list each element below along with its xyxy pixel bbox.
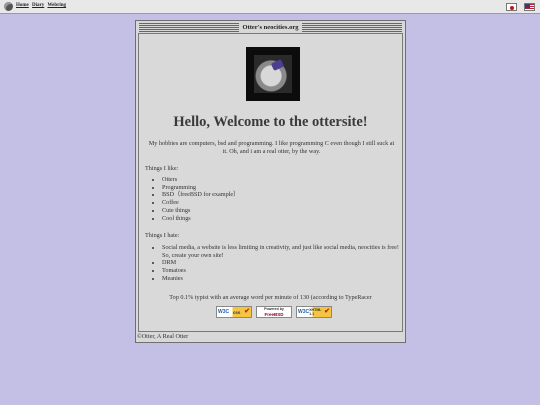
page-heading: Hello, Welcome to the ottersite!	[173, 114, 368, 130]
freebsd-badge[interactable]: Powered by FreeBSD	[256, 306, 292, 318]
list-item: Otters	[162, 176, 402, 184]
badge-css-text: css	[232, 309, 241, 315]
intro-text: My hobbies are computers, bsd and progra…	[148, 140, 395, 155]
top-nav: Home Diary Webring	[16, 3, 68, 8]
main-window: Otter's neocities.org Hello, Welcome to …	[135, 20, 406, 343]
badge-w3c-text: W3C	[218, 309, 230, 315]
list-item: Social media, a website is less limiting…	[162, 244, 402, 259]
hates-list: Social media, a website is less limiting…	[145, 244, 402, 283]
avatar-photo	[254, 55, 292, 93]
badge-w3c-text: W3C	[298, 309, 310, 315]
nav-link-home[interactable]: Home	[16, 3, 29, 8]
likes-list: Otters Programming BSD（freeBSD for examp…	[145, 176, 402, 222]
list-item: Meanies	[162, 275, 402, 283]
japanese-flag-icon[interactable]	[506, 3, 517, 11]
top-bar: Home Diary Webring	[0, 0, 540, 14]
checkmark-icon: ✔	[244, 308, 250, 315]
nav-link-diary[interactable]: Diary	[32, 3, 44, 8]
likes-label: Things I like:	[145, 165, 179, 172]
english-flag-icon[interactable]	[524, 3, 535, 11]
list-item: DRM	[162, 259, 402, 267]
list-item: Cute things	[162, 207, 402, 215]
window-title: Otter's neocities.org	[238, 23, 303, 32]
badge-freebsd-text: FreeBSD	[264, 312, 284, 317]
list-item: Programming	[162, 184, 402, 192]
list-item: Cool things	[162, 215, 402, 223]
list-item: Coffee	[162, 199, 402, 207]
nav-link-webring[interactable]: Webring	[47, 3, 66, 8]
w3c-css-badge[interactable]: W3C css ✔	[216, 306, 252, 318]
badge-row: W3C css ✔ Powered by FreeBSD W3C XHTML 1…	[216, 306, 332, 319]
badge-xhtml-text: XHTML 1.1	[309, 308, 322, 316]
typist-text: Top 0.1% typist with an average word per…	[169, 294, 372, 301]
list-item: BSD（freeBSD for example）	[162, 191, 402, 199]
w3c-xhtml-badge[interactable]: W3C XHTML 1.1 ✔	[296, 306, 332, 318]
otter-avatar-image	[246, 47, 300, 101]
window-titlebar: Otter's neocities.org	[139, 23, 402, 32]
hates-label: Things I hate:	[145, 232, 180, 239]
footer-text: ©Otter, A Real Otter	[137, 333, 189, 340]
site-logo-icon[interactable]	[4, 2, 13, 11]
list-item: Tomatoes	[162, 267, 402, 275]
window-content: Hello, Welcome to the ottersite! My hobb…	[138, 33, 403, 332]
checkmark-icon: ✔	[324, 308, 330, 315]
